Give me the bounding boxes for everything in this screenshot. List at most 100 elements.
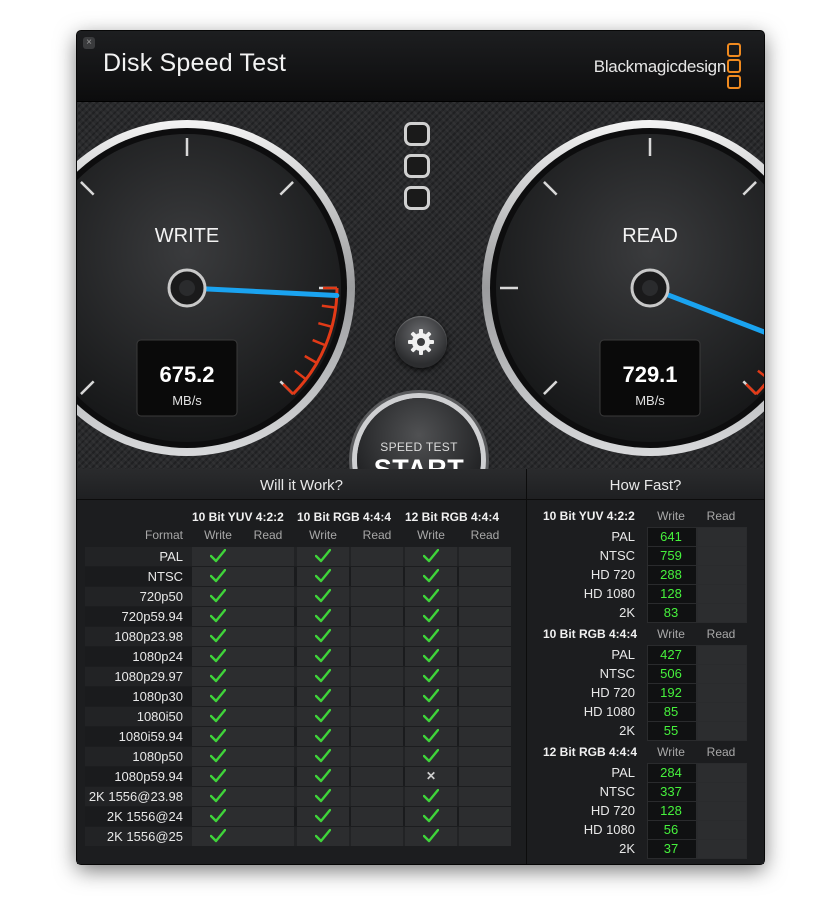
blackmagic-logo-icon: [727, 43, 741, 89]
read-cell: [459, 767, 511, 786]
checkmark-icon: [209, 788, 227, 808]
disk-speed-test-window: × Disk Speed Test Blackmagicdesign WRITE…: [77, 31, 764, 864]
read-cell: [351, 687, 403, 706]
format-label: 720p50: [139, 589, 183, 604]
checkmark-icon: [209, 588, 227, 608]
checkmark-icon: [314, 748, 332, 768]
read-cell: [459, 807, 511, 826]
gear-icon: [408, 329, 434, 355]
column-subheader-write: Write: [657, 627, 685, 641]
format-label: 1080p23.98: [114, 629, 183, 644]
read-value-cell: [697, 565, 747, 585]
checkmark-icon: [314, 788, 332, 808]
format-label: PAL: [611, 529, 635, 544]
read-cell: [242, 807, 294, 826]
column-subheader-read: Read: [362, 528, 392, 542]
read-cell: [459, 747, 511, 766]
checkmark-icon: [209, 608, 227, 628]
checkmark-icon: [314, 588, 332, 608]
checkmark-icon: [422, 688, 440, 708]
read-cell: [242, 647, 294, 666]
format-group-header: 10 Bit RGB 4:4:4: [297, 510, 392, 524]
checkmark-icon: [209, 568, 227, 588]
read-cell: [351, 767, 403, 786]
start-button-caption: SPEED TEST: [380, 440, 458, 454]
brand-name: Blackmagicdesign: [593, 57, 727, 76]
format-label: PAL: [159, 549, 183, 564]
write-speed-value: 759: [660, 548, 682, 563]
format-label: PAL: [611, 765, 635, 780]
format-label: NTSC: [147, 569, 183, 584]
checkmark-icon: [422, 788, 440, 808]
column-subheader-read: Read: [706, 745, 736, 759]
checkmark-icon: [422, 648, 440, 668]
read-cell: [242, 567, 294, 586]
results-panel: Will it Work? 10 Bit YUV 4:2:2 Write Read 1…: [77, 469, 764, 864]
read-value-cell: [697, 839, 747, 859]
read-cell: [242, 767, 294, 786]
write-speed-value: 128: [660, 586, 682, 601]
column-subheader-read: Read: [706, 509, 736, 523]
read-cell: [242, 687, 294, 706]
read-value-cell: [697, 721, 747, 741]
read-value-cell: [697, 763, 747, 783]
read-value-cell: [697, 683, 747, 703]
format-label: 720p59.94: [121, 609, 183, 624]
read-cell: [351, 727, 403, 746]
read-value-cell: [697, 664, 747, 684]
format-group-header: 10 Bit RGB 4:4:4: [543, 627, 638, 641]
read-cell: [459, 787, 511, 806]
write-speed-value: 85: [663, 704, 679, 719]
column-subheader-read: Read: [253, 528, 283, 542]
read-cell: [242, 627, 294, 646]
will-it-work-title: Will it Work?: [259, 477, 344, 494]
checkmark-icon: [422, 808, 440, 828]
format-label: NTSC: [599, 666, 635, 681]
read-cell: [351, 587, 403, 606]
format-label: HD 1080: [583, 704, 635, 719]
format-group-header: 10 Bit YUV 4:2:2: [543, 509, 635, 523]
read-cell: [242, 787, 294, 806]
write-speed-value: 37: [663, 841, 679, 856]
read-value-cell: [697, 584, 747, 604]
checkmark-icon: [422, 608, 440, 628]
checkmark-icon: [422, 708, 440, 728]
column-subheader-write: Write: [309, 528, 337, 542]
format-label: HD 720: [590, 567, 635, 582]
checkmark-icon: [314, 608, 332, 628]
column-subheader-read: Read: [470, 528, 500, 542]
logo-square-icon: [404, 122, 430, 146]
read-value-cell: [697, 801, 747, 821]
checkmark-icon: [314, 548, 332, 568]
settings-button[interactable]: [395, 316, 447, 368]
checkmark-icon: [314, 828, 332, 848]
checkmark-icon: [209, 628, 227, 648]
read-speed-value: 729.1: [622, 362, 677, 387]
read-cell: [351, 787, 403, 806]
format-label: HD 720: [590, 685, 635, 700]
write-speed-value: 675.2: [159, 362, 214, 387]
write-speed-value: 128: [660, 803, 682, 818]
checkmark-icon: [209, 668, 227, 688]
checkmark-icon: [422, 588, 440, 608]
logo-square-icon: [404, 186, 430, 210]
checkmark-icon: [209, 828, 227, 848]
close-icon[interactable]: ×: [83, 37, 95, 49]
read-cell: [459, 827, 511, 846]
read-gauge: READ 729.1 MB/s: [482, 120, 764, 456]
write-gauge: WRITE 675.2 MB/s: [77, 120, 355, 456]
read-cell: [242, 727, 294, 746]
checkmark-icon: [314, 708, 332, 728]
write-speed-value: 337: [660, 784, 682, 799]
read-cell: [459, 547, 511, 566]
read-cell: [351, 747, 403, 766]
read-gauge-label: READ: [622, 225, 678, 247]
checkmark-icon: [422, 548, 440, 568]
read-speed-unit: MB/s: [635, 393, 665, 408]
checkmark-icon: [314, 668, 332, 688]
format-label: HD 720: [590, 803, 635, 818]
write-speed-value: 427: [660, 647, 682, 662]
write-speed-value: 192: [660, 685, 682, 700]
write-speed-value: 284: [660, 765, 682, 780]
checkmark-icon: [314, 808, 332, 828]
